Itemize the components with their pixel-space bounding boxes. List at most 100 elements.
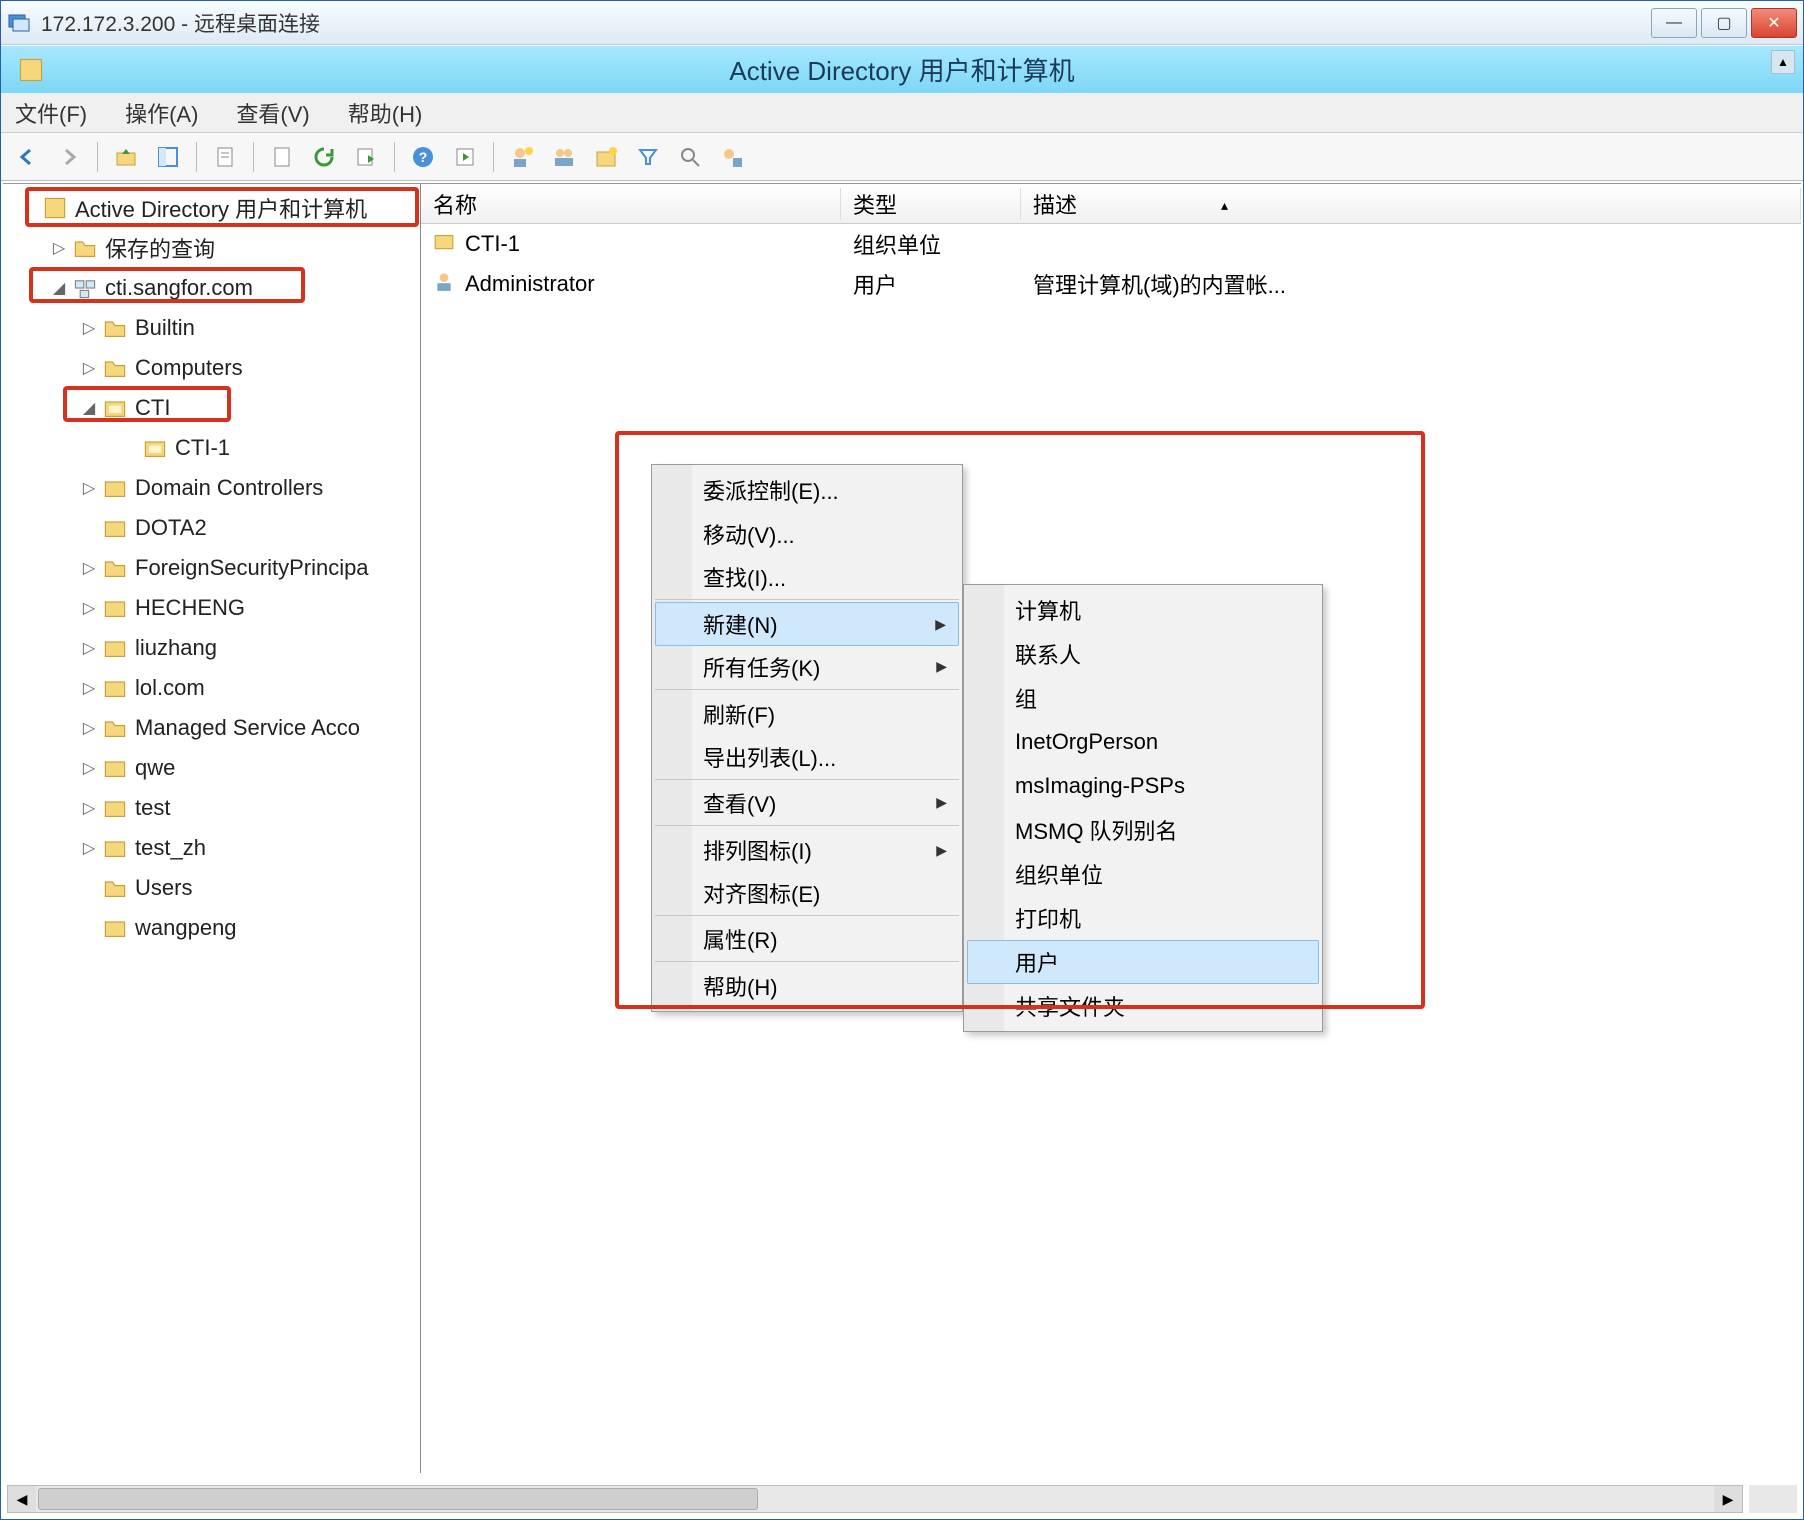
expander-icon[interactable]: ▷ bbox=[79, 358, 99, 378]
tree-wangpeng[interactable]: wangpeng bbox=[3, 908, 420, 948]
ctx-help[interactable]: 帮助(H) bbox=[655, 964, 959, 1008]
sort-caret-icon: ▴ bbox=[1221, 197, 1228, 214]
expander-icon[interactable]: ▷ bbox=[79, 718, 99, 738]
tree-label: ForeignSecurityPrincipa bbox=[135, 555, 369, 581]
col-desc-label: 描述 bbox=[1033, 193, 1077, 218]
ctx-label: 组 bbox=[1015, 682, 1037, 714]
ctx-new-group[interactable]: 组 bbox=[967, 676, 1319, 720]
ctx-align[interactable]: 对齐图标(E) bbox=[655, 872, 959, 916]
refresh-doc-button[interactable] bbox=[264, 139, 300, 175]
run-button[interactable] bbox=[447, 139, 483, 175]
tree-label: test bbox=[135, 795, 170, 821]
ctx-find[interactable]: 查找(I)... bbox=[655, 556, 959, 600]
ctx-new-computer[interactable]: 计算机 bbox=[967, 588, 1319, 632]
add-domain-button[interactable] bbox=[714, 139, 750, 175]
tree-msa[interactable]: ▷Managed Service Acco bbox=[3, 708, 420, 748]
ctx-new-ou[interactable]: 组织单位 bbox=[967, 852, 1319, 896]
ctx-refresh[interactable]: 刷新(F) bbox=[655, 692, 959, 736]
ctx-new-shared[interactable]: 共享文件夹 bbox=[967, 984, 1319, 1028]
ctx-delegate[interactable]: 委派控制(E)... bbox=[655, 468, 959, 512]
list-row[interactable]: Administrator 用户 管理计算机(域)的内置帐... bbox=[421, 264, 1801, 304]
nav-forward-button[interactable] bbox=[51, 139, 87, 175]
tree-cti[interactable]: ◢CTI bbox=[3, 388, 420, 428]
tree-lol[interactable]: ▷ lol.com bbox=[3, 668, 420, 708]
tree-cti1[interactable]: CTI-1 bbox=[3, 428, 420, 468]
expander-icon[interactable]: ▷ bbox=[79, 838, 99, 858]
expander-icon[interactable]: ▷ bbox=[79, 598, 99, 618]
tree-root-node[interactable]: Active Directory 用户和计算机 bbox=[3, 188, 420, 228]
tree-builtin[interactable]: ▷Builtin bbox=[3, 308, 420, 348]
scroll-left-icon[interactable]: ◀ bbox=[8, 1486, 36, 1512]
tree-saved-queries[interactable]: ▷ 保存的查询 bbox=[3, 228, 420, 268]
ctx-new-user[interactable]: 用户 bbox=[967, 940, 1319, 984]
tree-pane[interactable]: Active Directory 用户和计算机 ▷ 保存的查询 ◢ cti.sa… bbox=[3, 184, 421, 1473]
up-folder-button[interactable] bbox=[108, 139, 144, 175]
show-hide-tree-button[interactable] bbox=[150, 139, 186, 175]
ctx-properties[interactable]: 属性(R) bbox=[655, 918, 959, 962]
ctx-new-contact[interactable]: 联系人 bbox=[967, 632, 1319, 676]
tree-dc[interactable]: ▷Domain Controllers bbox=[3, 468, 420, 508]
horizontal-scrollbar[interactable]: ◀ ▶ bbox=[7, 1485, 1743, 1513]
list-pane[interactable]: 名称 类型 描述 ▴ CTI-1 组织单位 Administrator 用户 管理… bbox=[421, 184, 1801, 1473]
expander-icon[interactable]: ▷ bbox=[79, 558, 99, 578]
expander-icon[interactable]: ▷ bbox=[49, 238, 69, 258]
tree-testzh[interactable]: ▷ test_zh bbox=[3, 828, 420, 868]
filter-button[interactable] bbox=[630, 139, 666, 175]
properties-button[interactable] bbox=[207, 139, 243, 175]
expander-icon[interactable]: ▷ bbox=[79, 318, 99, 338]
export-button[interactable] bbox=[348, 139, 384, 175]
new-user-button[interactable] bbox=[504, 139, 540, 175]
tree-liuzhang[interactable]: ▷liuzhang bbox=[3, 628, 420, 668]
find-button[interactable] bbox=[672, 139, 708, 175]
expander-icon[interactable]: ▷ bbox=[79, 638, 99, 658]
new-ou-button[interactable] bbox=[588, 139, 624, 175]
ctx-arrange[interactable]: 排列图标(I)▶ bbox=[655, 828, 959, 872]
menu-help[interactable]: 帮助(H) bbox=[344, 93, 427, 133]
ctx-new-msimg[interactable]: msImaging-PSPs bbox=[967, 764, 1319, 808]
ctx-new-inetorg[interactable]: InetOrgPerson bbox=[967, 720, 1319, 764]
tree-label: qwe bbox=[135, 755, 175, 781]
refresh-button[interactable] bbox=[306, 139, 342, 175]
scroll-right-icon[interactable]: ▶ bbox=[1714, 1486, 1742, 1512]
expander-icon[interactable]: ▷ bbox=[79, 678, 99, 698]
list-row[interactable]: CTI-1 组织单位 bbox=[421, 224, 1801, 264]
tree-domain[interactable]: ◢ cti.sangfor.com bbox=[3, 268, 420, 308]
menu-view[interactable]: 查看(V) bbox=[232, 93, 313, 133]
ctx-label: 查看(V) bbox=[703, 787, 776, 819]
tree-hecheng[interactable]: ▷HECHENG bbox=[3, 588, 420, 628]
ctx-exportlist[interactable]: 导出列表(L)... bbox=[655, 736, 959, 780]
col-name[interactable]: 名称 bbox=[421, 188, 841, 220]
expander-icon[interactable]: ▷ bbox=[79, 758, 99, 778]
ctx-new-msmq[interactable]: MSMQ 队列别名 bbox=[967, 808, 1319, 852]
tree-computers[interactable]: ▷Computers bbox=[3, 348, 420, 388]
tree-test[interactable]: ▷ test bbox=[3, 788, 420, 828]
tree-label: test_zh bbox=[135, 835, 206, 861]
col-type[interactable]: 类型 bbox=[841, 188, 1021, 220]
tree-users[interactable]: Users bbox=[3, 868, 420, 908]
close-button[interactable]: ✕ bbox=[1751, 8, 1797, 38]
help-button[interactable]: ? bbox=[405, 139, 441, 175]
menu-action[interactable]: 操作(A) bbox=[121, 93, 202, 133]
resize-grip[interactable] bbox=[1749, 1485, 1797, 1513]
tree-dota2[interactable]: DOTA2 bbox=[3, 508, 420, 548]
scroll-thumb[interactable] bbox=[38, 1488, 758, 1510]
ctx-new[interactable]: 新建(N)▶ bbox=[655, 602, 959, 646]
col-desc[interactable]: 描述 ▴ bbox=[1021, 188, 1801, 220]
expander-icon[interactable]: ◢ bbox=[49, 278, 69, 298]
ctx-new-printer[interactable]: 打印机 bbox=[967, 896, 1319, 940]
new-group-button[interactable] bbox=[546, 139, 582, 175]
menu-file[interactable]: 文件(F) bbox=[11, 93, 91, 133]
expander-icon[interactable]: ▷ bbox=[79, 798, 99, 818]
ctx-view[interactable]: 查看(V)▶ bbox=[655, 782, 959, 826]
ctx-move[interactable]: 移动(V)... bbox=[655, 512, 959, 556]
expander-icon[interactable]: ▷ bbox=[79, 478, 99, 498]
tree-qwe[interactable]: ▷ qwe bbox=[3, 748, 420, 788]
maximize-button[interactable]: ▢ bbox=[1701, 8, 1747, 38]
minimize-button[interactable]: — bbox=[1651, 8, 1697, 38]
tree-label: lol.com bbox=[135, 675, 205, 701]
nav-back-button[interactable] bbox=[9, 139, 45, 175]
inner-scroll-up-icon[interactable]: ▲ bbox=[1771, 50, 1795, 74]
tree-fsp[interactable]: ▷ ForeignSecurityPrincipa bbox=[3, 548, 420, 588]
expander-icon[interactable]: ◢ bbox=[79, 398, 99, 418]
ctx-alltasks[interactable]: 所有任务(K)▶ bbox=[655, 646, 959, 690]
